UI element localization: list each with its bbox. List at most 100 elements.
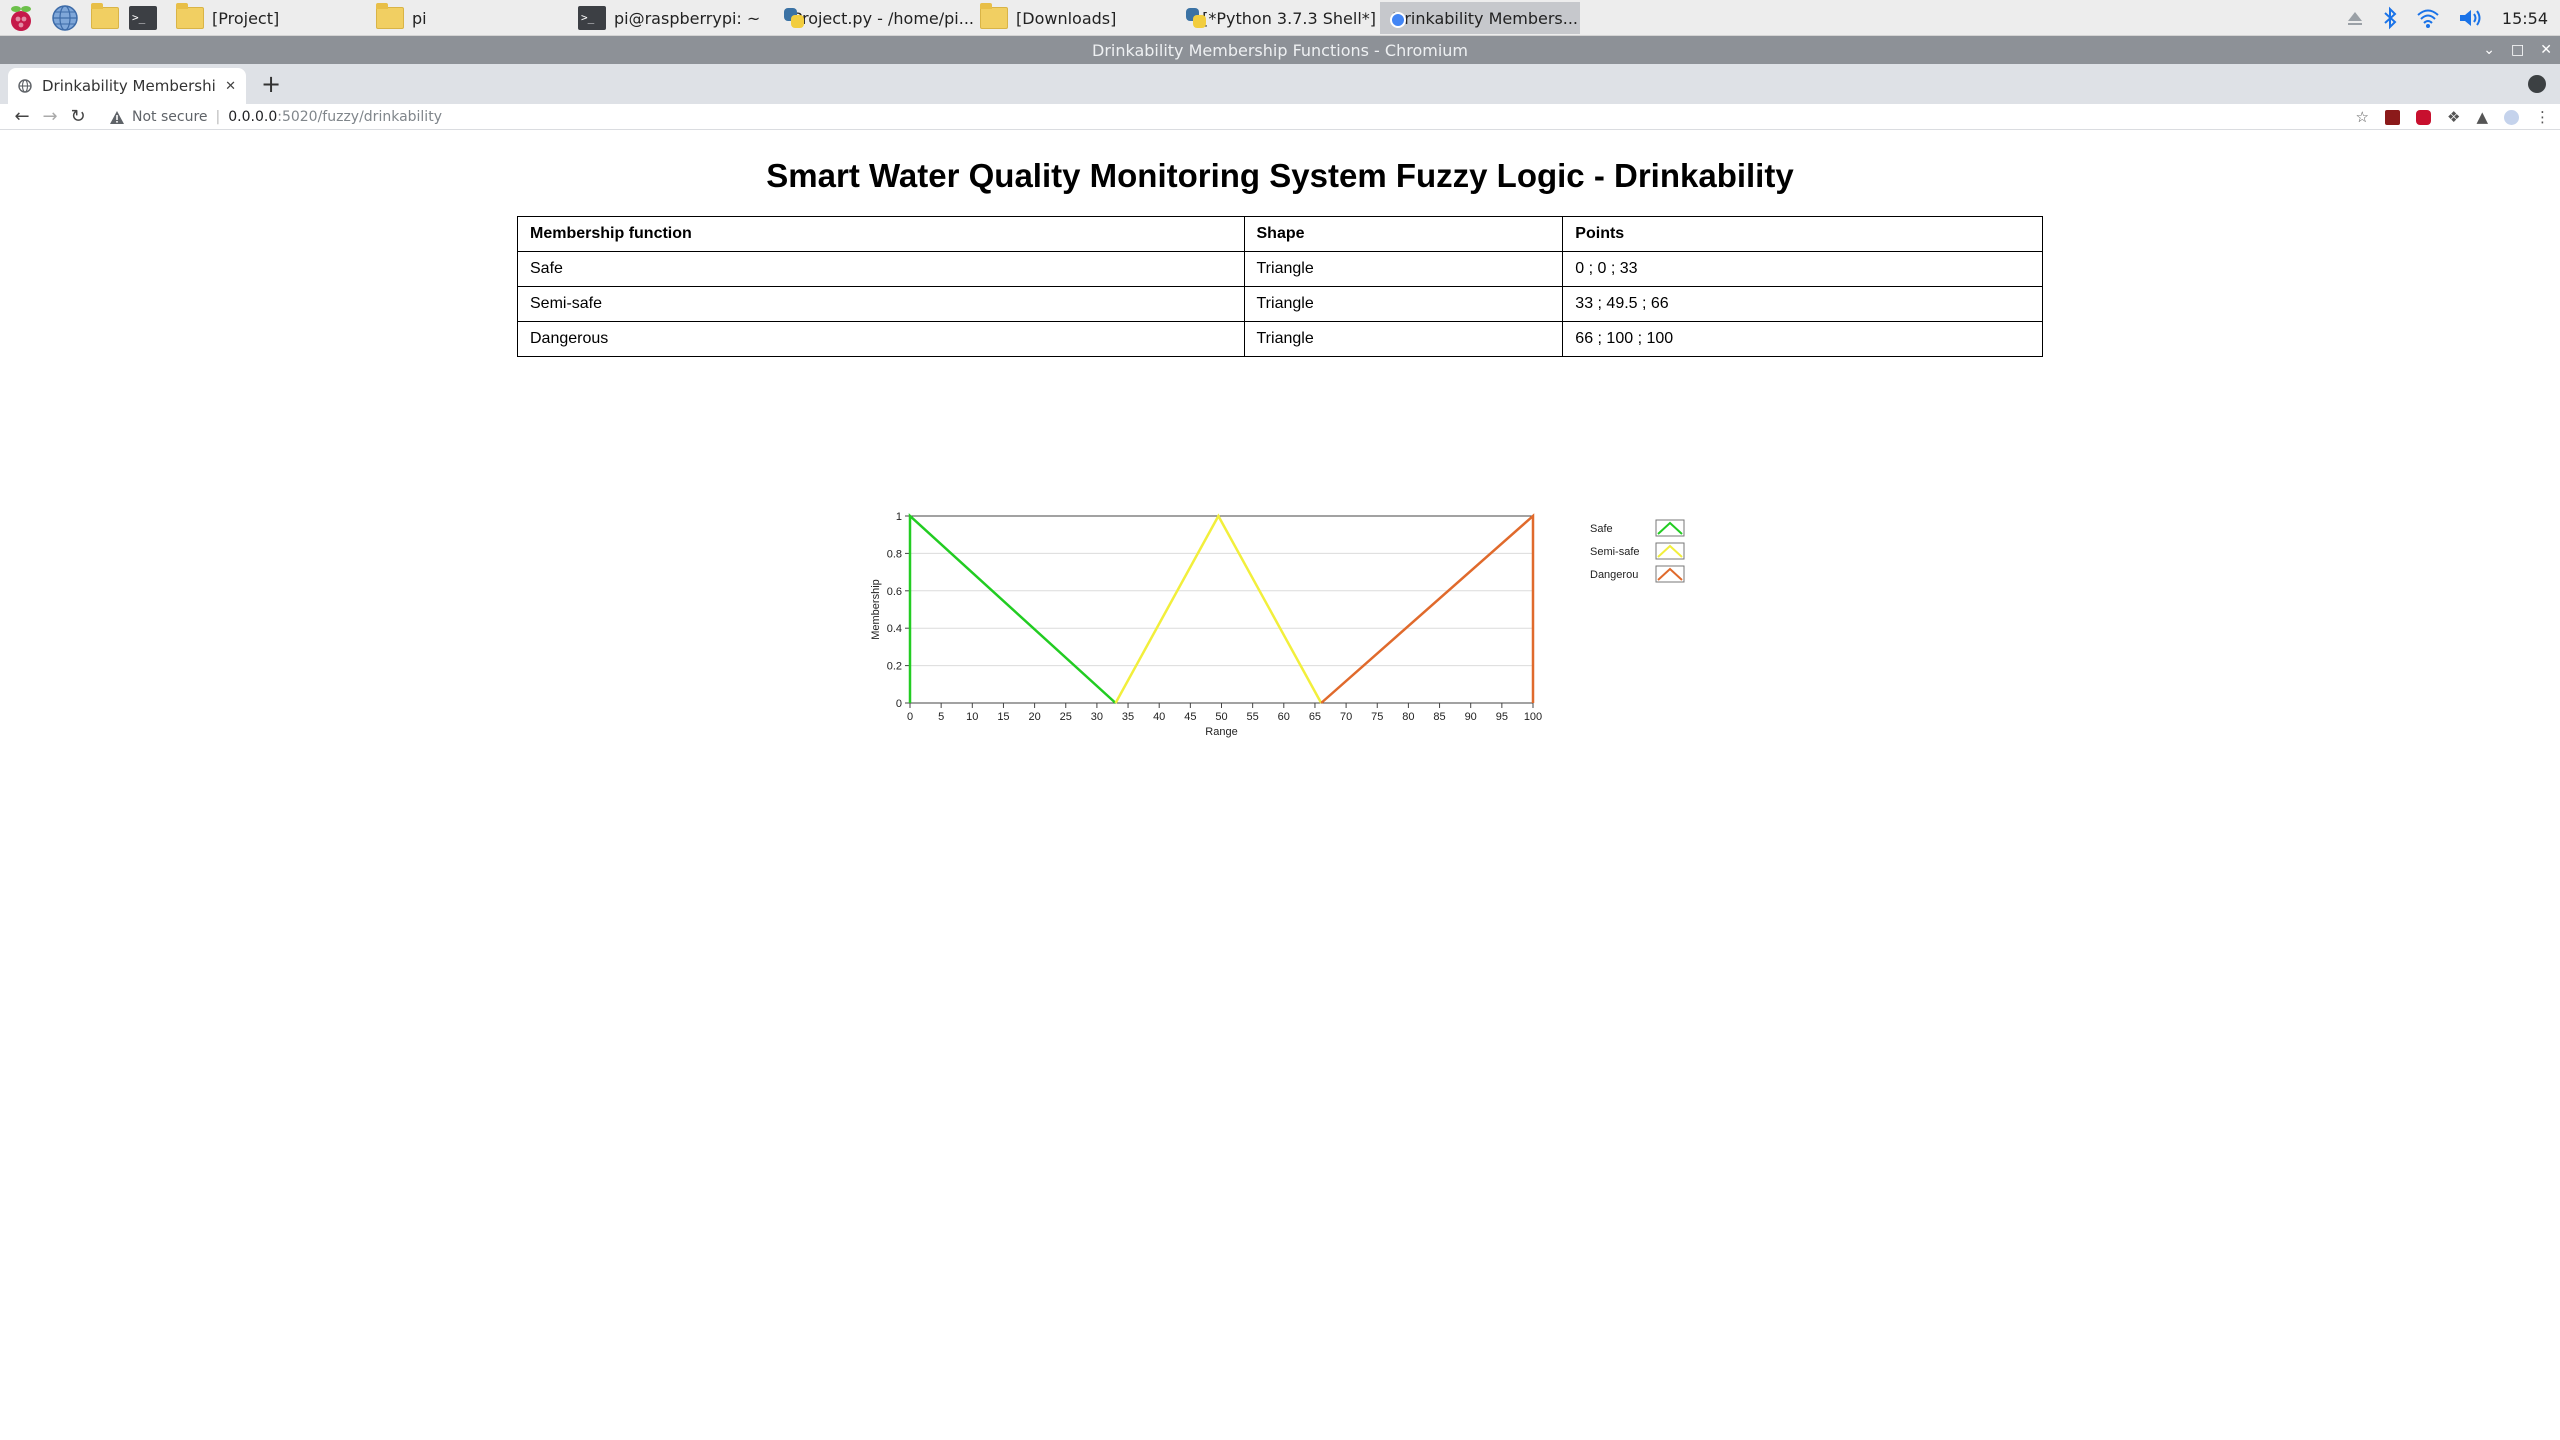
column-header: Membership function (517, 216, 1245, 252)
reload-icon[interactable]: ↻ (64, 104, 92, 130)
tab-search-icon[interactable] (2528, 75, 2546, 93)
maximize-icon[interactable]: □ (2511, 42, 2524, 58)
x-tick-label: 90 (1465, 711, 1477, 723)
x-tick-label: 60 (1278, 711, 1290, 723)
browser-toolbar: ← → ↻ Not secure | 0.0.0.0:5020/fuzzy/dr… (0, 104, 2560, 130)
bookmark-star-icon[interactable]: ☆ (2356, 108, 2369, 126)
legend-label: Safe (1590, 523, 1613, 535)
warning-icon[interactable] (110, 110, 124, 124)
file-manager-launcher-icon[interactable] (90, 3, 120, 33)
browser-tab[interactable]: Drinkability Membership Functions ✕ (8, 68, 246, 104)
terminal-icon: >_ (578, 6, 606, 30)
globe-icon (18, 79, 32, 93)
x-tick-label: 15 (997, 711, 1009, 723)
table-cell: 33 ; 49.5 ; 66 (1562, 286, 2043, 322)
x-tick-label: 35 (1122, 711, 1134, 723)
table-header-row: Membership function Shape Points (517, 216, 2043, 252)
x-tick-label: 40 (1153, 711, 1165, 723)
x-tick-label: 10 (966, 711, 978, 723)
x-tick-label: 20 (1028, 711, 1040, 723)
url-text[interactable]: 0.0.0.0:5020/fuzzy/drinkability (228, 109, 442, 125)
x-tick-label: 5 (938, 711, 944, 723)
y-tick-label: 0 (896, 698, 902, 710)
membership-function-table: Membership function Shape Points Safe Tr… (517, 216, 2043, 357)
x-tick-label: 30 (1091, 711, 1103, 723)
url-host: 0.0.0.0 (228, 109, 278, 125)
taskbar-window-project-folder[interactable]: [Project] (172, 2, 372, 34)
x-tick-label: 0 (907, 711, 913, 723)
folder-icon (980, 3, 1008, 29)
new-tab-icon[interactable]: + (258, 72, 284, 98)
x-axis-label: Range (1205, 726, 1237, 738)
plot-area-frame (909, 515, 1534, 704)
tab-strip: Drinkability Membership Functions ✕ + (0, 64, 2560, 104)
eject-icon[interactable] (2346, 9, 2364, 27)
web-page: Smart Water Quality Monitoring System Fu… (0, 131, 2560, 1440)
x-tick-label: 55 (1247, 711, 1259, 723)
table-cell: Semi-safe (517, 286, 1245, 322)
url-path: :5020/fuzzy/drinkability (277, 109, 442, 125)
folder-icon (376, 3, 404, 29)
taskbar-window-terminal[interactable]: >_ pi@raspberrypi: ~ (574, 2, 774, 34)
address-bar[interactable]: Not secure | 0.0.0.0:5020/fuzzy/drinkabi… (110, 105, 2350, 129)
column-header: Points (1562, 216, 2043, 252)
python-icon (782, 6, 802, 30)
volume-icon[interactable] (2458, 7, 2484, 29)
tab-title: Drinkability Membership Functions (42, 77, 216, 95)
profile-avatar-icon[interactable] (2504, 109, 2519, 125)
extension-triangle-icon[interactable]: ▲ (2476, 108, 2488, 126)
window-title: Drinkability Membership Functions - Chro… (1092, 40, 1468, 60)
taskbar-window-pi-folder[interactable]: pi (372, 2, 572, 34)
y-tick-label: 0.4 (887, 623, 902, 635)
window-controls: ⌄ □ ✕ (2483, 36, 2552, 64)
y-tick-label: 0.2 (887, 661, 902, 673)
extension-icon[interactable] (2385, 109, 2400, 125)
y-tick-label: 0.6 (887, 586, 902, 598)
menu-kebab-icon[interactable]: ⋮ (2535, 108, 2550, 126)
raspberry-menu-icon[interactable] (6, 3, 36, 33)
table-cell: Triangle (1243, 286, 1564, 322)
wifi-icon[interactable] (2416, 7, 2440, 29)
bluetooth-icon[interactable] (2382, 6, 2398, 30)
taskbar-window-downloads-folder[interactable]: [Downloads] (976, 2, 1176, 34)
web-browser-launcher-icon[interactable] (50, 3, 80, 33)
membership-chart: 00.20.40.60.810 5 10 15 20 25 30 35 40 45 50 55 60 65… (870, 511, 1685, 738)
table-cell: 66 ; 100 ; 100 (1562, 321, 2043, 357)
taskbar-window-chromium[interactable]: Drinkability Members... (1380, 2, 1580, 34)
taskbar-window-thonny-editor[interactable]: Project.py - /home/pi... (778, 2, 978, 34)
x-tick-label: 65 (1309, 711, 1321, 723)
taskbar: >_ [Project] pi >_ pi@raspberrypi: ~ Pro… (0, 0, 2560, 36)
x-tick-label: 75 (1371, 711, 1383, 723)
y-axis-label: Membership (870, 579, 882, 640)
x-tick-label: 50 (1215, 711, 1227, 723)
table-row: Semi-safe Triangle 33 ; 49.5 ; 66 (517, 286, 2043, 322)
table-row: Dangerous Triangle 66 ; 100 ; 100 (517, 321, 2043, 357)
minimize-icon[interactable]: ⌄ (2483, 42, 2495, 58)
column-header: Shape (1243, 216, 1564, 252)
url-separator: | (215, 109, 221, 125)
back-icon[interactable]: ← (8, 104, 36, 130)
extension-area: ☆ ❖ ▲ ⋮ (2356, 104, 2550, 130)
forward-icon[interactable]: → (36, 104, 64, 130)
series-line (908, 513, 1117, 704)
x-tick-label: 70 (1340, 711, 1352, 723)
close-tab-icon[interactable]: ✕ (225, 79, 236, 94)
clock[interactable]: 15:54 (2502, 9, 2548, 28)
x-tick-label: 80 (1402, 711, 1414, 723)
x-tick-label: 25 (1060, 711, 1072, 723)
extensions-puzzle-icon[interactable]: ❖ (2447, 108, 2460, 126)
series-line (1320, 513, 1535, 704)
close-window-icon[interactable]: ✕ (2540, 42, 2552, 58)
y-tick-label: 1 (896, 511, 902, 523)
security-label[interactable]: Not secure (132, 109, 208, 125)
terminal-launcher-icon[interactable]: >_ (128, 3, 158, 33)
table-cell: Triangle (1243, 251, 1564, 287)
system-tray: 15:54 (2346, 0, 2560, 36)
x-tick-label: 95 (1496, 711, 1508, 723)
taskbar-window-python-shell[interactable]: [*Python 3.7.3 Shell*] (1180, 2, 1380, 34)
window-titlebar[interactable]: Drinkability Membership Functions - Chro… (0, 36, 2560, 64)
folder-icon (176, 3, 204, 29)
python-icon (1184, 6, 1207, 30)
table-cell: Dangerous (517, 321, 1245, 357)
ublock-shield-icon[interactable] (2416, 109, 2431, 125)
